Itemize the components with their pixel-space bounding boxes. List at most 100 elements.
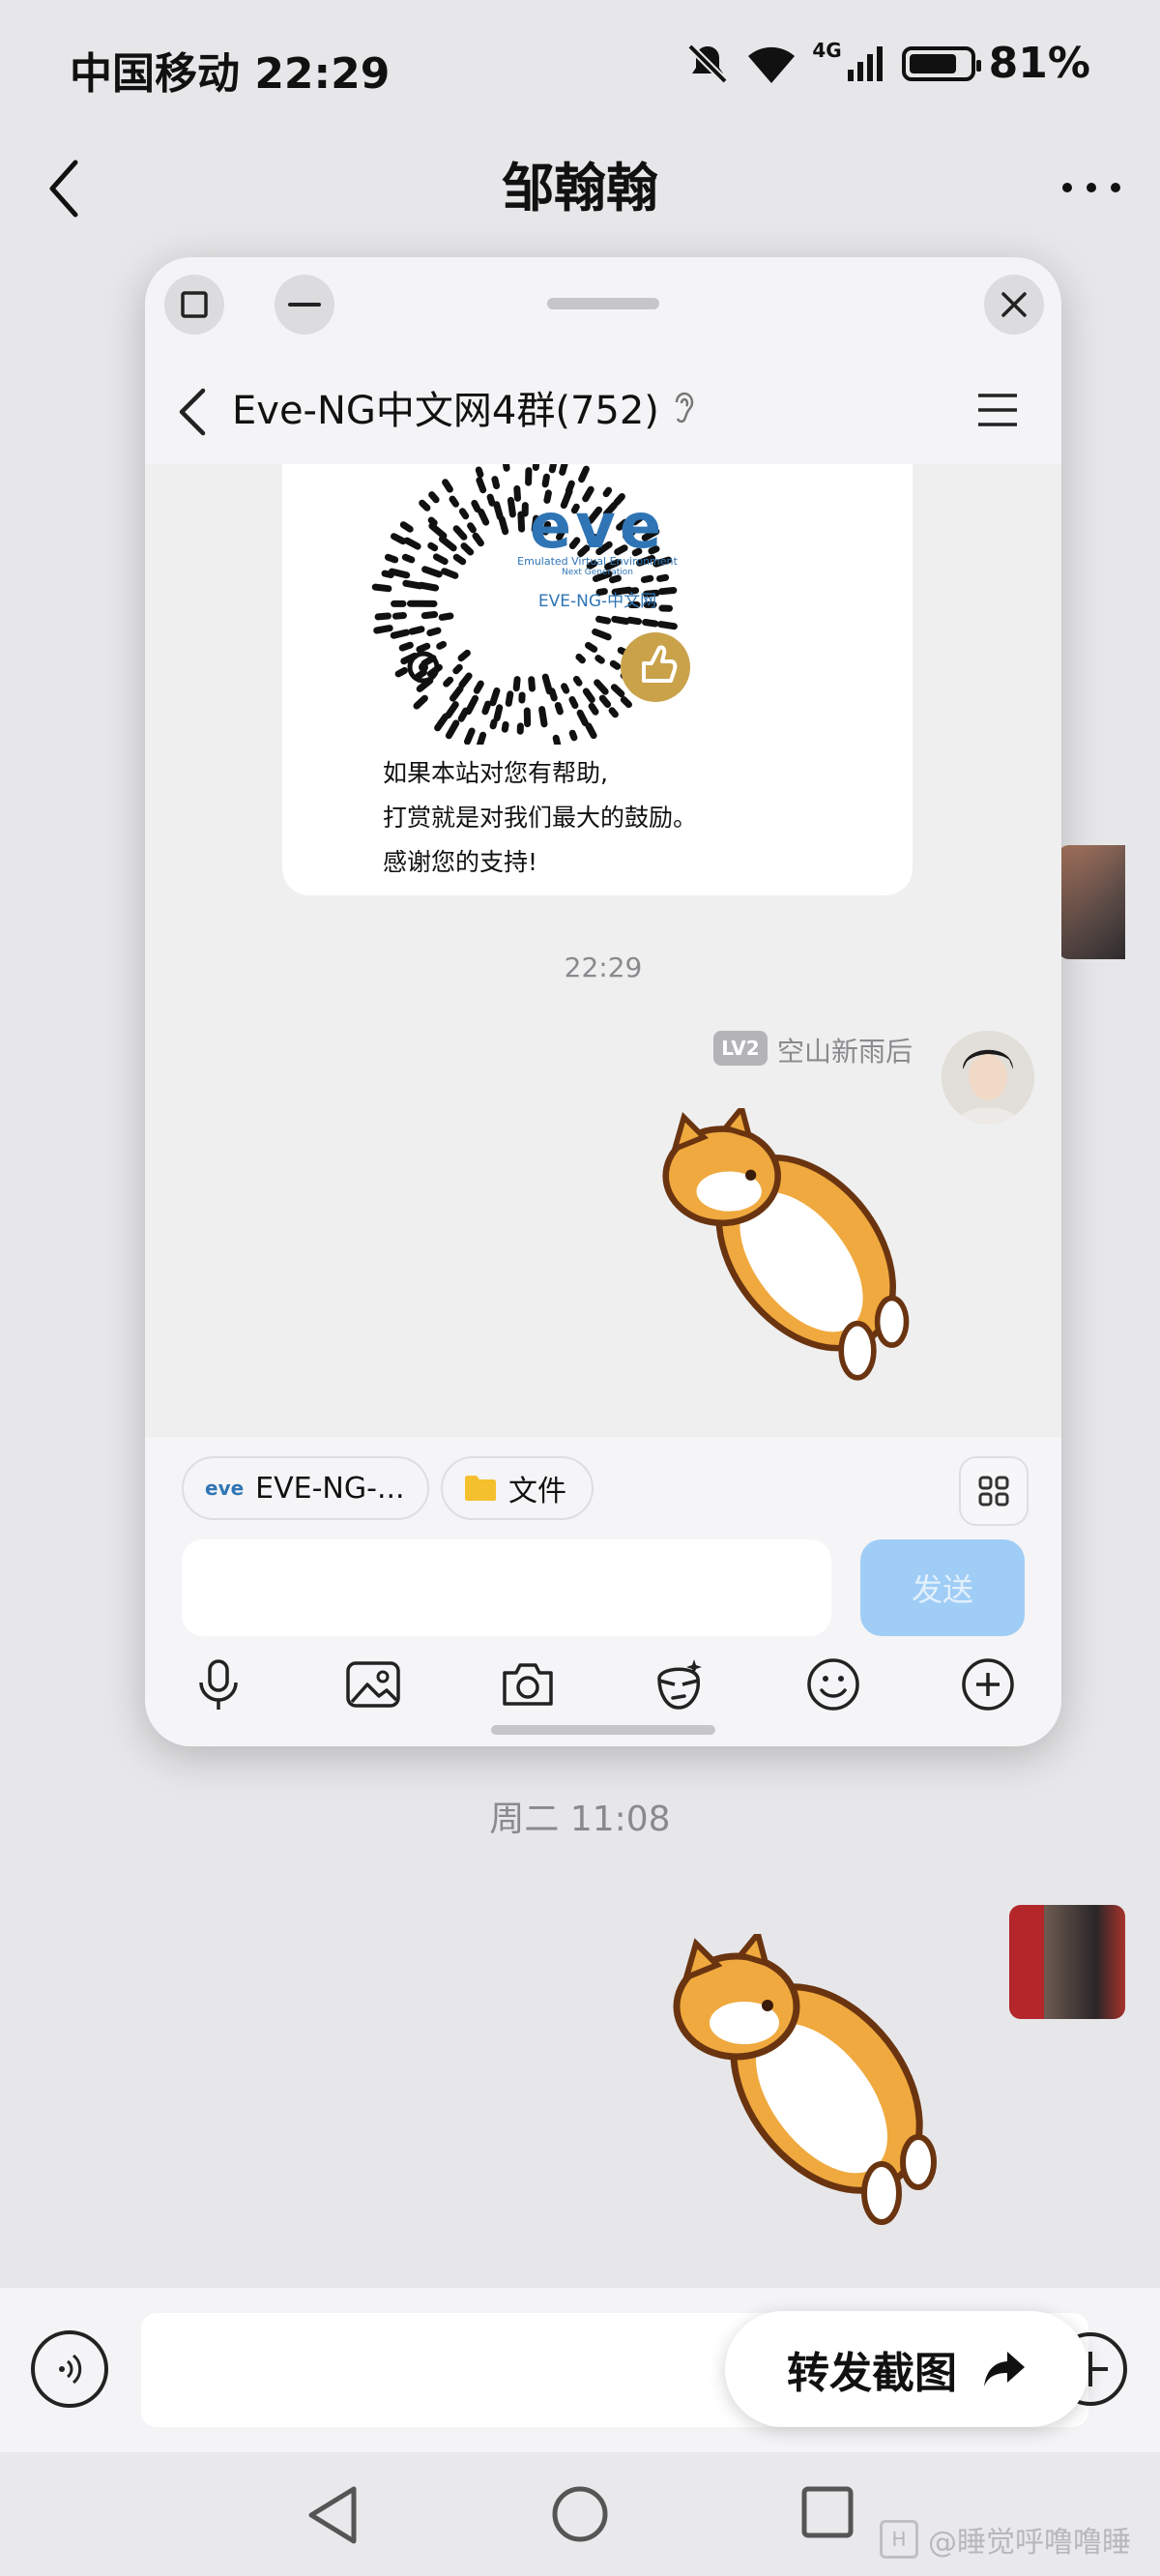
qr-dash: [476, 731, 487, 745]
voice-button[interactable]: [31, 2330, 108, 2408]
qr-dash: [473, 680, 484, 694]
qr-dash: [548, 688, 558, 702]
menu-icon[interactable]: [976, 391, 1019, 429]
ear-icon: [675, 392, 694, 424]
send-button[interactable]: 发送: [860, 1539, 1025, 1636]
qr-dash: [420, 611, 439, 620]
qr-dash: [610, 684, 625, 698]
group-title: Eve-NG中文网4群(752): [232, 379, 696, 435]
qr-dash: [611, 615, 630, 625]
sender-avatar[interactable]: [942, 1031, 1034, 1124]
qr-dash: [568, 696, 579, 710]
qr-dash: [541, 673, 553, 695]
qr-dash: [481, 700, 492, 716]
qr-dash: [390, 629, 410, 639]
shiba-sticker[interactable]: [648, 1108, 928, 1389]
qr-dash: [505, 690, 514, 707]
group-title-text: Eve-NG中文网4群(752): [232, 389, 659, 433]
drag-handle[interactable]: [547, 298, 659, 309]
page-title: 邹翰翰: [502, 158, 658, 219]
qr-dash: [595, 615, 612, 625]
qr-dash: [502, 464, 510, 472]
message-timestamp: 22:29: [564, 951, 643, 983]
plus-icon[interactable]: [959, 1655, 1017, 1713]
files-chip[interactable]: 文件: [441, 1456, 594, 1520]
qr-dash: [374, 612, 392, 621]
folder-icon: [465, 1476, 496, 1501]
camera-icon[interactable]: [499, 1655, 557, 1713]
level-badge: LV2: [713, 1031, 768, 1066]
eve-mini-logo-icon: eve: [205, 1477, 245, 1500]
qr-dash: [657, 621, 678, 630]
qr-dash: [493, 704, 504, 722]
nav-back-icon[interactable]: [305, 2485, 360, 2545]
qr-dash: [457, 707, 470, 722]
battery-fill: [909, 53, 957, 73]
mute-icon: [687, 43, 729, 84]
close-button[interactable]: [984, 275, 1044, 335]
maximize-button[interactable]: [164, 275, 224, 335]
window-home-indicator[interactable]: [491, 1725, 715, 1735]
qr-dash: [489, 718, 498, 730]
qr-text-line: 感谢您的支持!: [383, 848, 538, 876]
qr-dash: [598, 694, 612, 708]
status-carrier-time: 中国移动 22:29: [70, 49, 391, 99]
eve-brand: EVE-NG-中文网: [537, 592, 657, 611]
qr-dash: [438, 612, 454, 621]
qr-dash: [450, 685, 464, 702]
qr-dash: [594, 679, 609, 695]
qr-dash: [548, 464, 558, 474]
qr-dash: [394, 666, 408, 678]
watermark-text: @睡觉呼噜噜睡: [928, 2526, 1131, 2560]
watermark-logo-icon: H: [880, 2520, 918, 2559]
more-icon[interactable]: [1058, 170, 1125, 205]
qr-dash: [501, 720, 509, 733]
mic-icon[interactable]: [189, 1655, 247, 1713]
status-icons: 4G 81%: [684, 39, 1090, 88]
qr-dash: [416, 642, 431, 654]
emoji-icon[interactable]: [804, 1655, 862, 1713]
qr-dash: [398, 641, 414, 652]
window-message-input[interactable]: [182, 1539, 831, 1636]
group-back-icon[interactable]: [174, 383, 213, 441]
qr-dash: [552, 734, 562, 745]
qr-dash: [464, 727, 476, 745]
image-icon[interactable]: [344, 1655, 402, 1713]
voice-icon: [59, 2354, 82, 2385]
qr-dash: [609, 659, 622, 670]
qr-dash: [442, 479, 453, 493]
qr-dash: [476, 477, 487, 494]
shiba-sticker[interactable]: [657, 1934, 957, 2234]
nav-recent-icon[interactable]: [800, 2485, 855, 2539]
qr-dash: [576, 709, 589, 726]
sticker-icon[interactable]: [650, 1655, 708, 1713]
battery-icon: [901, 45, 981, 81]
qr-dash: [568, 729, 578, 742]
qr-dash: [588, 702, 599, 716]
qr-dash: [465, 694, 479, 716]
eve-logo-subtitle2: Next Generation: [561, 568, 634, 577]
qr-dash: [445, 719, 460, 740]
apps-icon[interactable]: [959, 1456, 1029, 1526]
eve-ng-shortcut-chip[interactable]: eve EVE-NG-...: [182, 1456, 429, 1520]
qr-dash: [457, 649, 471, 662]
qr-dash: [413, 694, 428, 710]
qr-dash: [565, 480, 575, 494]
network-type: 4G: [812, 39, 842, 62]
qr-dash: [436, 640, 448, 650]
battery-percent: 81%: [988, 39, 1090, 88]
forward-label: 转发截图: [787, 2349, 957, 2398]
nav-home-icon[interactable]: [551, 2485, 609, 2543]
eve-logo-subtitle: Emulated Virtual Environment: [517, 555, 678, 568]
qr-code-card[interactable]: eve Emulated Virtual Environment Next Ge…: [282, 464, 913, 895]
qr-dash: [513, 484, 521, 502]
avatar[interactable]: [1058, 845, 1125, 959]
forward-screenshot-button[interactable]: 转发截图: [725, 2311, 1088, 2427]
qr-dash: [408, 626, 425, 635]
sender-name[interactable]: 空山新雨后: [777, 1031, 913, 1069]
qr-dash: [561, 683, 570, 694]
minimize-button[interactable]: [275, 275, 334, 335]
floating-chat-window: Eve-NG中文网4群(752) eve Emulated Virtual En…: [145, 257, 1061, 1746]
qr-dash: [452, 663, 463, 675]
avatar[interactable]: [1009, 1905, 1125, 2019]
